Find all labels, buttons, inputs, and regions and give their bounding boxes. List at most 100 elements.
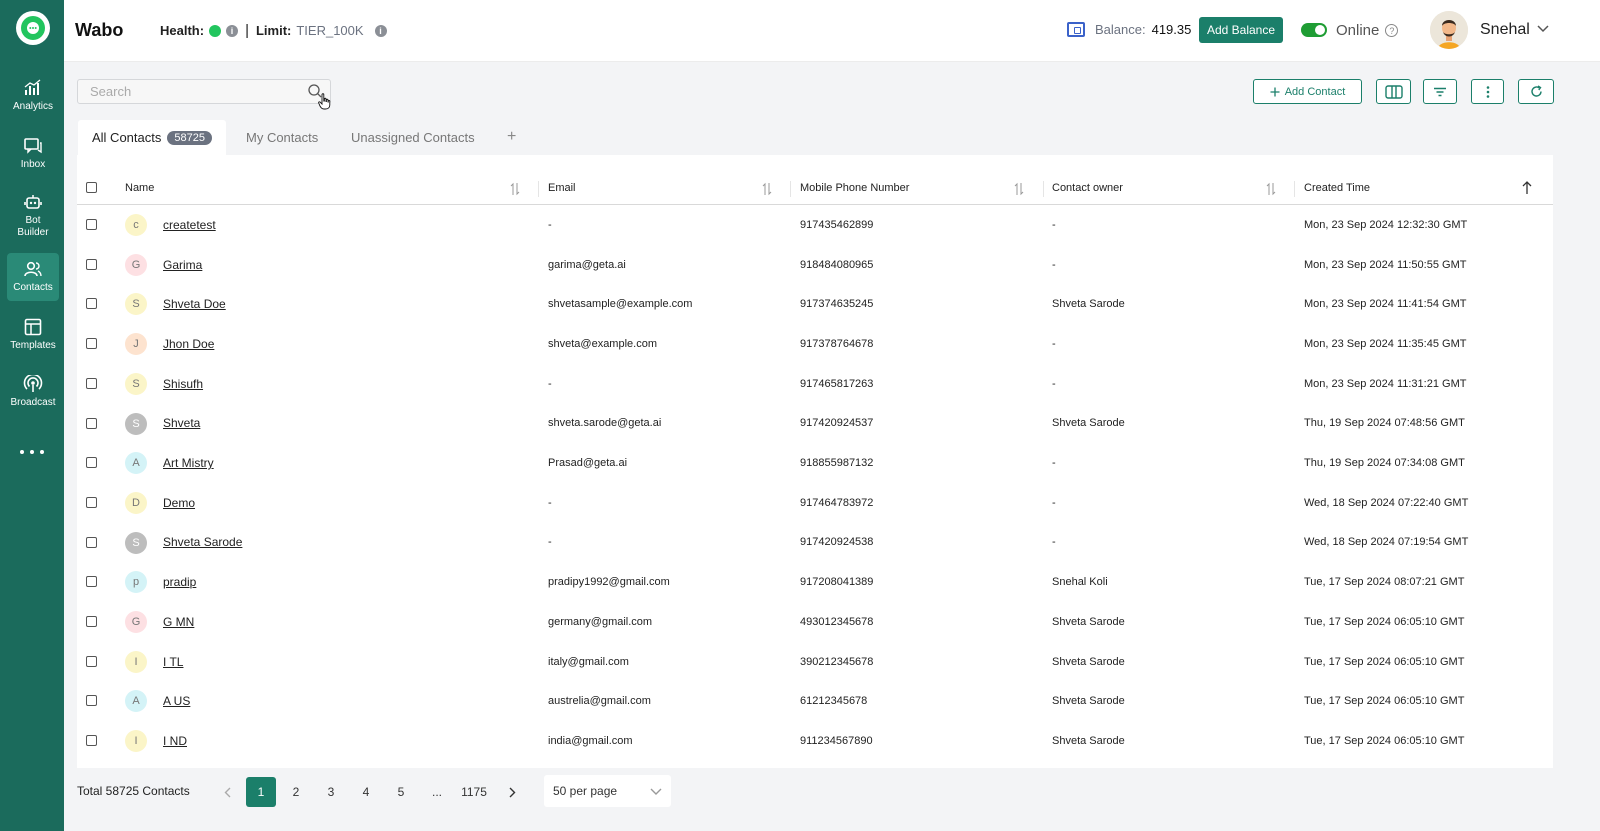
per-page-select[interactable]: 50 per page	[544, 775, 671, 807]
pagination-page-1[interactable]: 1	[246, 777, 276, 807]
column-divider[interactable]	[790, 181, 791, 197]
app-logo[interactable]	[16, 11, 50, 45]
filter-button[interactable]	[1423, 79, 1457, 104]
row-checkbox[interactable]	[86, 377, 97, 389]
sort-ascending-icon[interactable]	[1522, 181, 1532, 195]
user-name[interactable]: Snehal	[1480, 21, 1530, 39]
tab-all-contacts[interactable]: All Contacts 58725	[78, 120, 226, 155]
columns-button[interactable]	[1376, 79, 1411, 104]
sidebar-item-contacts[interactable]: Contacts	[7, 253, 59, 301]
table-row[interactable]: I I TL italy@gmail.com 390212345678 Shveta S…	[77, 642, 1553, 682]
search-input[interactable]	[77, 79, 331, 104]
pagination-page-3[interactable]: 3	[321, 777, 341, 807]
contact-name-link[interactable]: Demo	[163, 496, 195, 510]
sidebar: Analytics Inbox Bot Builder Contacts Tem…	[0, 0, 64, 831]
column-header-email[interactable]: Email	[548, 171, 576, 205]
table-row[interactable]: A A US austrelia@gmail.com 61212345678 Shvet…	[77, 681, 1553, 721]
contact-name-link[interactable]: createtest	[163, 218, 216, 232]
pagination-page-4[interactable]: 4	[356, 777, 376, 807]
sidebar-item-broadcast[interactable]: Broadcast	[7, 371, 59, 413]
table-row[interactable]: I I ND india@gmail.com 911234567890 Shveta S…	[77, 721, 1553, 761]
sort-icon[interactable]	[510, 182, 520, 196]
add-contact-button[interactable]: Add Contact	[1253, 79, 1362, 104]
info-icon[interactable]: i	[226, 24, 239, 37]
select-all-checkbox[interactable]	[86, 182, 97, 193]
contact-name-link[interactable]: Shveta	[163, 416, 200, 430]
row-checkbox[interactable]	[86, 417, 97, 429]
column-divider[interactable]	[538, 181, 539, 197]
more-actions-button[interactable]	[1471, 79, 1504, 104]
contact-name-link[interactable]: Shveta Sarode	[163, 535, 242, 549]
online-toggle[interactable]	[1301, 23, 1327, 37]
table-row[interactable]: G Garima garima@geta.ai 918484080965 - Mon, 2…	[77, 245, 1553, 285]
avatar[interactable]	[1430, 11, 1468, 49]
row-checkbox[interactable]	[86, 695, 97, 707]
contact-name-link[interactable]: A US	[163, 694, 190, 708]
column-header-created-time[interactable]: Created Time	[1304, 171, 1370, 205]
row-checkbox[interactable]	[86, 735, 97, 747]
row-checkbox[interactable]	[86, 338, 97, 350]
contact-name-link[interactable]: Garima	[163, 258, 202, 272]
table-row[interactable]: S Shveta shveta.sarode@geta.ai 917420924537…	[77, 404, 1553, 444]
contact-name-link[interactable]: I TL	[163, 655, 183, 669]
sidebar-item-analytics[interactable]: Analytics	[7, 75, 59, 117]
table-row[interactable]: G G MN germany@gmail.com 493012345678 Shveta…	[77, 602, 1553, 642]
contact-name-link[interactable]: pradip	[163, 575, 196, 589]
row-checkbox[interactable]	[86, 219, 97, 230]
tab-my-contacts[interactable]: My Contacts	[232, 120, 332, 155]
pagination-prev[interactable]	[220, 777, 234, 807]
table-row[interactable]: c createtest - 917435462899 - Mon, 23 Sep 202…	[77, 205, 1553, 245]
pagination-page-last[interactable]: 1175	[458, 777, 490, 807]
column-header-name[interactable]: Name	[125, 171, 154, 205]
row-checkbox[interactable]	[86, 298, 97, 310]
row-checkbox[interactable]	[86, 496, 97, 508]
contact-name-link[interactable]: Shveta Doe	[163, 297, 226, 311]
sidebar-item-inbox[interactable]: Inbox	[7, 133, 59, 175]
sort-icon[interactable]	[762, 182, 772, 196]
row-checkbox[interactable]	[86, 457, 97, 469]
table-row[interactable]: J Jhon Doe shveta@example.com 917378764678 -…	[77, 324, 1553, 364]
contact-name-link[interactable]: Art Mistry	[163, 456, 214, 470]
contact-name-link[interactable]: Shisufh	[163, 377, 203, 391]
help-icon[interactable]: ?	[1385, 24, 1399, 37]
row-checkbox[interactable]	[86, 576, 97, 588]
contact-name-link[interactable]: Jhon Doe	[163, 337, 214, 351]
add-tab-button[interactable]: +	[507, 128, 516, 146]
table-row[interactable]: S Shveta Sarode - 917420924538 - Wed, 18 Sep …	[77, 523, 1553, 563]
contact-owner: Shveta Sarode	[1052, 655, 1125, 668]
chevron-down-icon[interactable]	[1537, 24, 1549, 34]
sort-icon[interactable]	[1014, 182, 1024, 196]
hand-cursor-icon	[318, 93, 331, 110]
row-checkbox[interactable]	[86, 536, 97, 548]
table-row[interactable]: S Shveta Doe shvetasample@example.com 91737…	[77, 284, 1553, 324]
table-row[interactable]: S Shisufh - 917465817263 - Mon, 23 Sep 2024 1…	[77, 364, 1553, 404]
contact-name-link[interactable]: G MN	[163, 615, 194, 629]
contact-name-link[interactable]: I ND	[163, 734, 187, 748]
column-divider[interactable]	[1294, 181, 1295, 197]
tab-unassigned-contacts[interactable]: Unassigned Contacts	[337, 120, 489, 155]
row-checkbox[interactable]	[86, 258, 97, 270]
pagination-next[interactable]	[505, 777, 519, 807]
column-header-phone[interactable]: Mobile Phone Number	[800, 171, 909, 205]
row-checkbox[interactable]	[86, 655, 97, 667]
contact-phone: 390212345678	[800, 655, 874, 668]
contact-avatar: J	[125, 333, 147, 356]
more-options-icon[interactable]	[20, 446, 44, 458]
sort-icon[interactable]	[1266, 182, 1276, 196]
pagination-page-5[interactable]: 5	[391, 777, 411, 807]
column-divider[interactable]	[1043, 181, 1044, 197]
table-row[interactable]: p pradip pradipy1992@gmail.com 917208041389…	[77, 562, 1553, 602]
add-balance-button[interactable]: Add Balance	[1199, 17, 1283, 43]
info-icon[interactable]: i	[374, 24, 387, 37]
refresh-button[interactable]	[1518, 79, 1554, 104]
table-row[interactable]: A Art Mistry Prasad@geta.ai 918855987132 - Th…	[77, 443, 1553, 483]
column-header-owner[interactable]: Contact owner	[1052, 171, 1123, 205]
contact-created-time: Mon, 23 Sep 2024 11:35:45 GMT	[1304, 337, 1467, 350]
contact-email: -	[548, 218, 552, 231]
sidebar-item-bot-builder[interactable]: Bot Builder	[7, 190, 59, 242]
pagination-page-2[interactable]: 2	[286, 777, 306, 807]
sidebar-item-templates[interactable]: Templates	[7, 314, 59, 356]
pagination-ellipsis[interactable]: ...	[427, 777, 447, 807]
row-checkbox[interactable]	[86, 616, 97, 627]
table-row[interactable]: D Demo - 917464783972 - Wed, 18 Sep 2024 07:2…	[77, 483, 1553, 523]
